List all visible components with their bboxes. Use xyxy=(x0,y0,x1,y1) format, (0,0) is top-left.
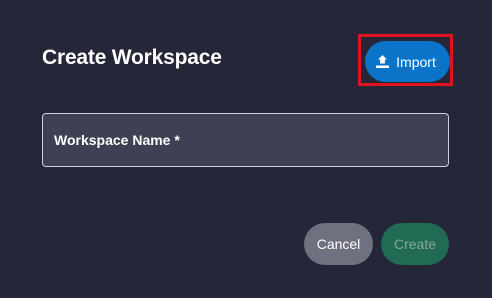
import-button-label: Import xyxy=(396,53,436,70)
cancel-button[interactable]: Cancel xyxy=(304,223,373,265)
create-button[interactable]: Create xyxy=(381,223,449,265)
dialog-title: Create Workspace xyxy=(42,46,222,69)
create-workspace-dialog: Create Workspace Import Workspace Name *… xyxy=(0,0,492,298)
workspace-name-label: Workspace Name * xyxy=(54,132,180,148)
import-button[interactable]: Import xyxy=(365,41,450,82)
upload-icon xyxy=(375,54,390,69)
workspace-name-field[interactable]: Workspace Name * xyxy=(42,113,449,167)
